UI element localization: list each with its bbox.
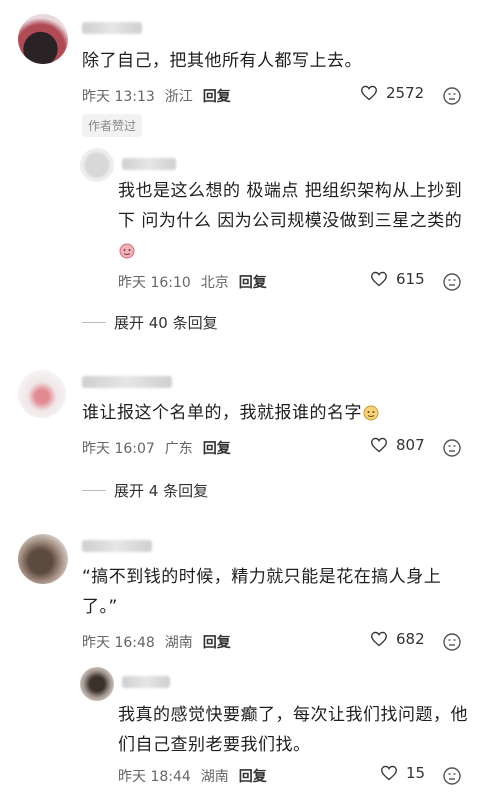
comment-meta: 昨天 18:44 湖南 回复 (118, 766, 267, 786)
dislike-face-icon[interactable] (442, 86, 462, 106)
avatar[interactable] (80, 667, 114, 701)
expand-replies-button[interactable]: 展开 4 条回复 (82, 480, 208, 501)
like-button[interactable]: 2572 (360, 84, 424, 102)
like-count: 615 (396, 270, 425, 288)
username-blurred[interactable] (82, 376, 172, 388)
comment-time: 昨天 16:07 (82, 441, 155, 457)
comment-time: 昨天 16:48 (82, 635, 155, 651)
heart-outline-icon (371, 631, 387, 647)
like-button[interactable]: 15 (380, 764, 425, 782)
comment-time: 昨天 18:44 (118, 769, 191, 785)
comment-location: 广东 (164, 441, 193, 457)
like-count: 2572 (386, 84, 425, 102)
reply-button[interactable]: 回复 (239, 766, 267, 786)
dislike-face-icon[interactable] (442, 766, 462, 786)
comment-time: 昨天 13:13 (82, 89, 155, 105)
heart-outline-icon (381, 765, 397, 781)
reply-button[interactable]: 回复 (203, 632, 231, 652)
username-blurred[interactable] (82, 22, 142, 34)
like-button[interactable]: 615 (370, 270, 425, 288)
like-count: 682 (396, 630, 425, 648)
comment-text: 谁让报这个名单的，我就报谁的名字 (82, 398, 462, 428)
expand-label: 展开 4 条回复 (114, 482, 209, 500)
avatar[interactable] (18, 370, 66, 418)
comment-time: 昨天 16:10 (118, 275, 191, 291)
like-button[interactable]: 682 (370, 630, 425, 648)
comment-meta: 昨天 16:48 湖南 回复 (82, 632, 231, 652)
heart-outline-icon (371, 271, 387, 287)
emoji-icon (363, 405, 379, 421)
comment-text-content: 我也是这么想的 极端点 把组织架构从上抄到下 问为什么 因为公司规模没做到三星之… (118, 181, 463, 231)
like-count: 807 (396, 436, 425, 454)
comment-text: 我真的感觉快要癫了，每次让我们找问题，他们自己查别老要我们找。 (118, 705, 468, 755)
comment-meta: 昨天 16:07 广东 回复 (82, 438, 231, 458)
comment-meta: 昨天 16:10 北京 回复 (118, 272, 267, 292)
author-liked-badge: 作者赞过 (82, 114, 143, 137)
username-blurred[interactable] (122, 676, 170, 688)
comment-text: 我也是这么想的 极端点 把组织架构从上抄到下 问为什么 因为公司规模没做到三星之… (118, 176, 468, 266)
expand-line (82, 490, 106, 491)
comment-text-content: 谁让报这个名单的，我就报谁的名字 (82, 403, 362, 423)
comment-location: 北京 (200, 275, 229, 291)
avatar[interactable] (18, 14, 68, 64)
username-blurred[interactable] (122, 158, 176, 170)
avatar[interactable] (18, 534, 68, 584)
comment-meta: 昨天 13:13 浙江 回复 (82, 86, 231, 106)
comment-location: 湖南 (164, 635, 193, 651)
comment-text: 除了自己，把其他所有人都写上去。 (82, 51, 362, 71)
expand-label: 展开 40 条回复 (114, 314, 218, 332)
dislike-face-icon[interactable] (442, 438, 462, 458)
comment-text: “搞不到钱的时候，精力就只能是花在搞人身上了。” (82, 567, 442, 617)
like-count: 15 (406, 764, 426, 782)
heart-outline-icon (361, 85, 377, 101)
username-blurred[interactable] (82, 540, 152, 552)
dislike-face-icon[interactable] (442, 272, 462, 292)
expand-line (82, 322, 106, 323)
avatar[interactable] (80, 148, 114, 182)
reply-button[interactable]: 回复 (239, 272, 267, 292)
comment-location: 浙江 (164, 89, 193, 105)
reply-button[interactable]: 回复 (203, 86, 231, 106)
expand-replies-button[interactable]: 展开 40 条回复 (82, 312, 218, 333)
dislike-face-icon[interactable] (442, 632, 462, 652)
heart-outline-icon (371, 437, 387, 453)
reply-button[interactable]: 回复 (203, 438, 231, 458)
comment-location: 湖南 (200, 769, 229, 785)
like-button[interactable]: 807 (370, 436, 425, 454)
emoji-icon (119, 243, 135, 259)
